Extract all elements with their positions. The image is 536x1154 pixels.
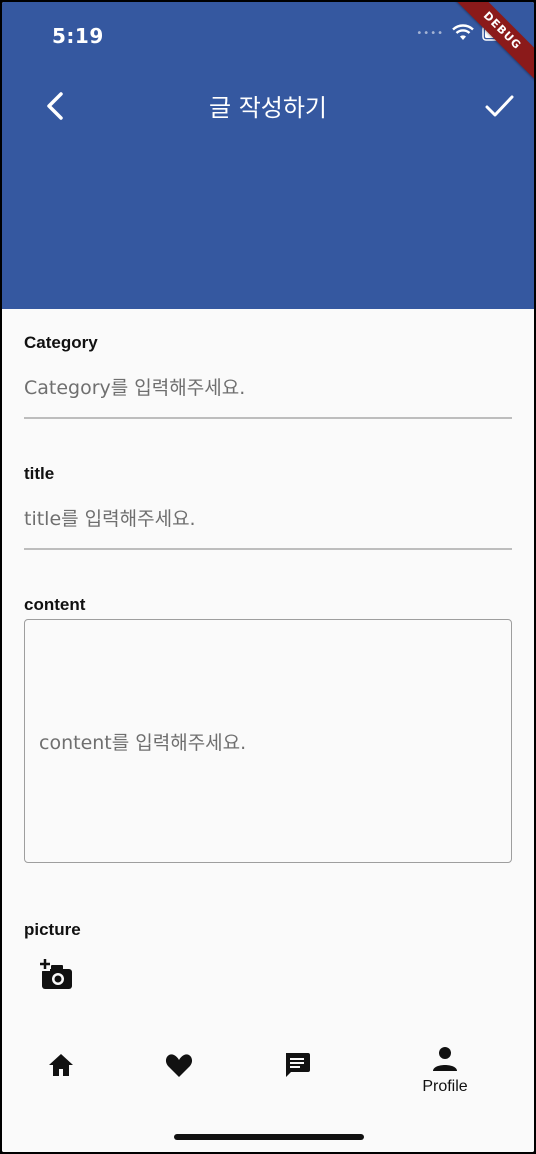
status-time: 5:19 — [52, 24, 104, 48]
content-label: content — [24, 595, 86, 614]
category-label: Category — [24, 333, 98, 352]
chat-icon — [286, 1053, 310, 1077]
check-icon — [485, 95, 514, 117]
app-screen: 5:19 •••• DEBUG 글 작성하기 Category Category… — [2, 2, 534, 1152]
heart-icon — [165, 1054, 193, 1077]
wifi-icon — [452, 24, 474, 40]
page-title: 글 작성하기 — [208, 94, 328, 122]
confirm-button[interactable] — [480, 86, 520, 126]
nav-favorites[interactable] — [149, 1050, 209, 1084]
content-placeholder: content를 입력해주세요. — [39, 731, 247, 754]
title-input[interactable] — [24, 508, 512, 550]
debug-banner: DEBUG — [444, 2, 534, 89]
picture-label: picture — [24, 920, 81, 939]
nav-chat[interactable] — [267, 1050, 327, 1084]
home-icon — [49, 1054, 73, 1076]
signal-icon: •••• — [416, 27, 444, 39]
add-photo-icon — [40, 959, 72, 989]
add-photo-button[interactable] — [38, 957, 78, 997]
nav-profile[interactable]: Profile — [415, 1044, 475, 1096]
category-input[interactable] — [24, 377, 512, 419]
nav-home[interactable] — [31, 1050, 91, 1084]
content-textarea[interactable]: content를 입력해주세요. — [24, 619, 512, 863]
person-icon — [433, 1047, 457, 1071]
title-label: title — [24, 464, 55, 483]
app-bar: 5:19 •••• DEBUG 글 작성하기 — [2, 2, 534, 309]
nav-profile-label: Profile — [422, 1078, 468, 1095]
home-indicator — [174, 1134, 364, 1140]
